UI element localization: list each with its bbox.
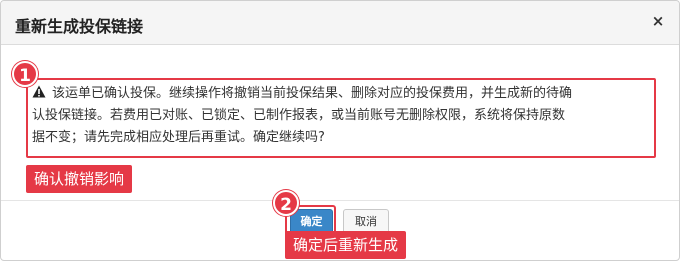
dialog-title: 重新生成投保链接 [15, 17, 144, 36]
dialog-header: 重新生成投保链接 × [1, 1, 679, 45]
annotation-marker-1: 1 [12, 61, 38, 87]
annotation-marker-2: 2 [273, 190, 299, 216]
message-highlight-box [26, 78, 656, 158]
annotation-callout-1: 确认撤销影响 [26, 165, 133, 193]
annotation-callout-2: 确定后重新生成 [285, 231, 407, 259]
footer-divider [1, 200, 679, 201]
close-icon[interactable]: × [650, 12, 666, 30]
